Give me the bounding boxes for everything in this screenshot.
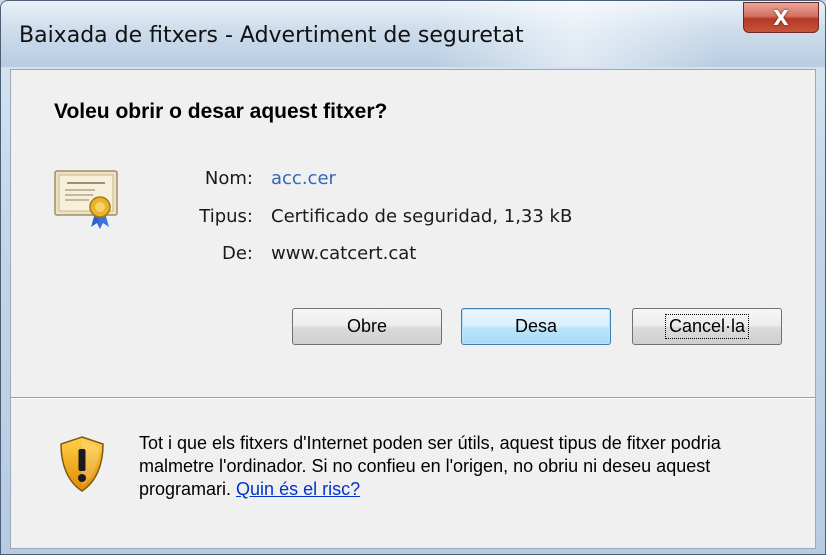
cancel-button-label: Cancel·la (664, 314, 750, 339)
file-name-value: acc.cer (271, 168, 336, 189)
open-button-label: Obre (346, 316, 388, 336)
dialog-content: Voleu obrir o desar aquest fitxer? Nom: … (10, 69, 816, 549)
file-type-value: Certificado de seguridad, 1,33 kB (271, 206, 573, 227)
file-download-dialog: Baixada de fitxers - Advertiment de segu… (0, 0, 826, 555)
file-source-value: www.catcert.cat (271, 243, 417, 264)
security-shield-warning-icon (58, 435, 106, 493)
window-title: Baixada de fitxers - Advertiment de segu… (19, 23, 524, 48)
security-warning-message: Tot i que els fitxers d'Internet poden s… (139, 432, 799, 501)
save-button[interactable]: Desa (461, 308, 611, 345)
type-label: Tipus: (199, 206, 253, 227)
close-icon: X (773, 5, 789, 30)
risk-info-link[interactable]: Quin és el risc? (236, 479, 360, 499)
name-label: Nom: (204, 168, 253, 189)
cancel-button[interactable]: Cancel·la (632, 308, 782, 345)
save-button-label: Desa (514, 316, 558, 336)
dialog-question: Voleu obrir o desar aquest fitxer? (54, 100, 388, 123)
warning-text: Tot i que els fitxers d'Internet poden s… (139, 433, 721, 499)
title-bar[interactable]: Baixada de fitxers - Advertiment de segu… (1, 1, 825, 67)
from-label: De: (222, 243, 253, 264)
open-button[interactable]: Obre (292, 308, 442, 345)
close-button[interactable]: X (743, 2, 819, 33)
separator-highlight (11, 398, 815, 399)
